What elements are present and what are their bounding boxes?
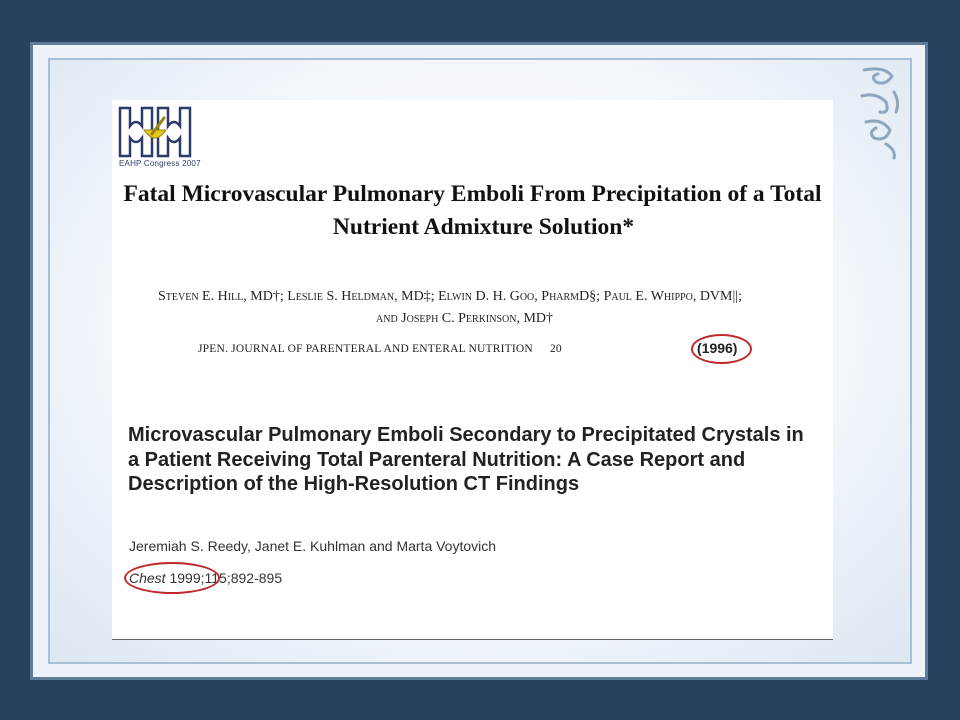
article1-journal-line: JPEN. JOURNAL OF PARENTERAL AND ENTERAL … [198, 343, 562, 355]
decorative-swirl-icon [860, 67, 900, 160]
year-highlight-ring-1996 [691, 334, 752, 364]
article1-title-line2: Nutrient Admixture Solution* [332, 214, 635, 240]
article1-clipping: EAHP Congress 2007 Fatal Microvascular P… [112, 100, 833, 325]
article1-journal-name: JPEN. JOURNAL OF PARENTERAL AND ENTERAL … [198, 343, 533, 355]
article1-title-line1: Fatal Microvascular Pulmonary Emboli Fro… [123, 181, 822, 207]
document-bottom-rule [112, 639, 833, 640]
eahp-logo-icon [118, 106, 192, 158]
article1-authors-line2: and Joseph C. Perkinson, MD† [376, 311, 554, 325]
year-highlight-ring-1999 [124, 562, 220, 594]
article2-title: Microvascular Pulmonary Emboli Secondary… [128, 424, 804, 495]
article1-authors: Steven E. Hill, MD†; Leslie S. Heldman, … [158, 286, 742, 325]
slide-document: EAHP Congress 2007 Fatal Microvascular P… [112, 100, 833, 640]
article2-authors: Jeremiah S. Reedy, Janet E. Kuhlman and … [129, 538, 497, 554]
article1-volume: 20 [549, 343, 562, 355]
article1-title: Fatal Microvascular Pulmonary Emboli Fro… [112, 178, 833, 244]
logo-caption: EAHP Congress 2007 [119, 159, 201, 168]
article1-authors-line1: Steven E. Hill, MD†; Leslie S. Heldman, … [158, 289, 742, 304]
